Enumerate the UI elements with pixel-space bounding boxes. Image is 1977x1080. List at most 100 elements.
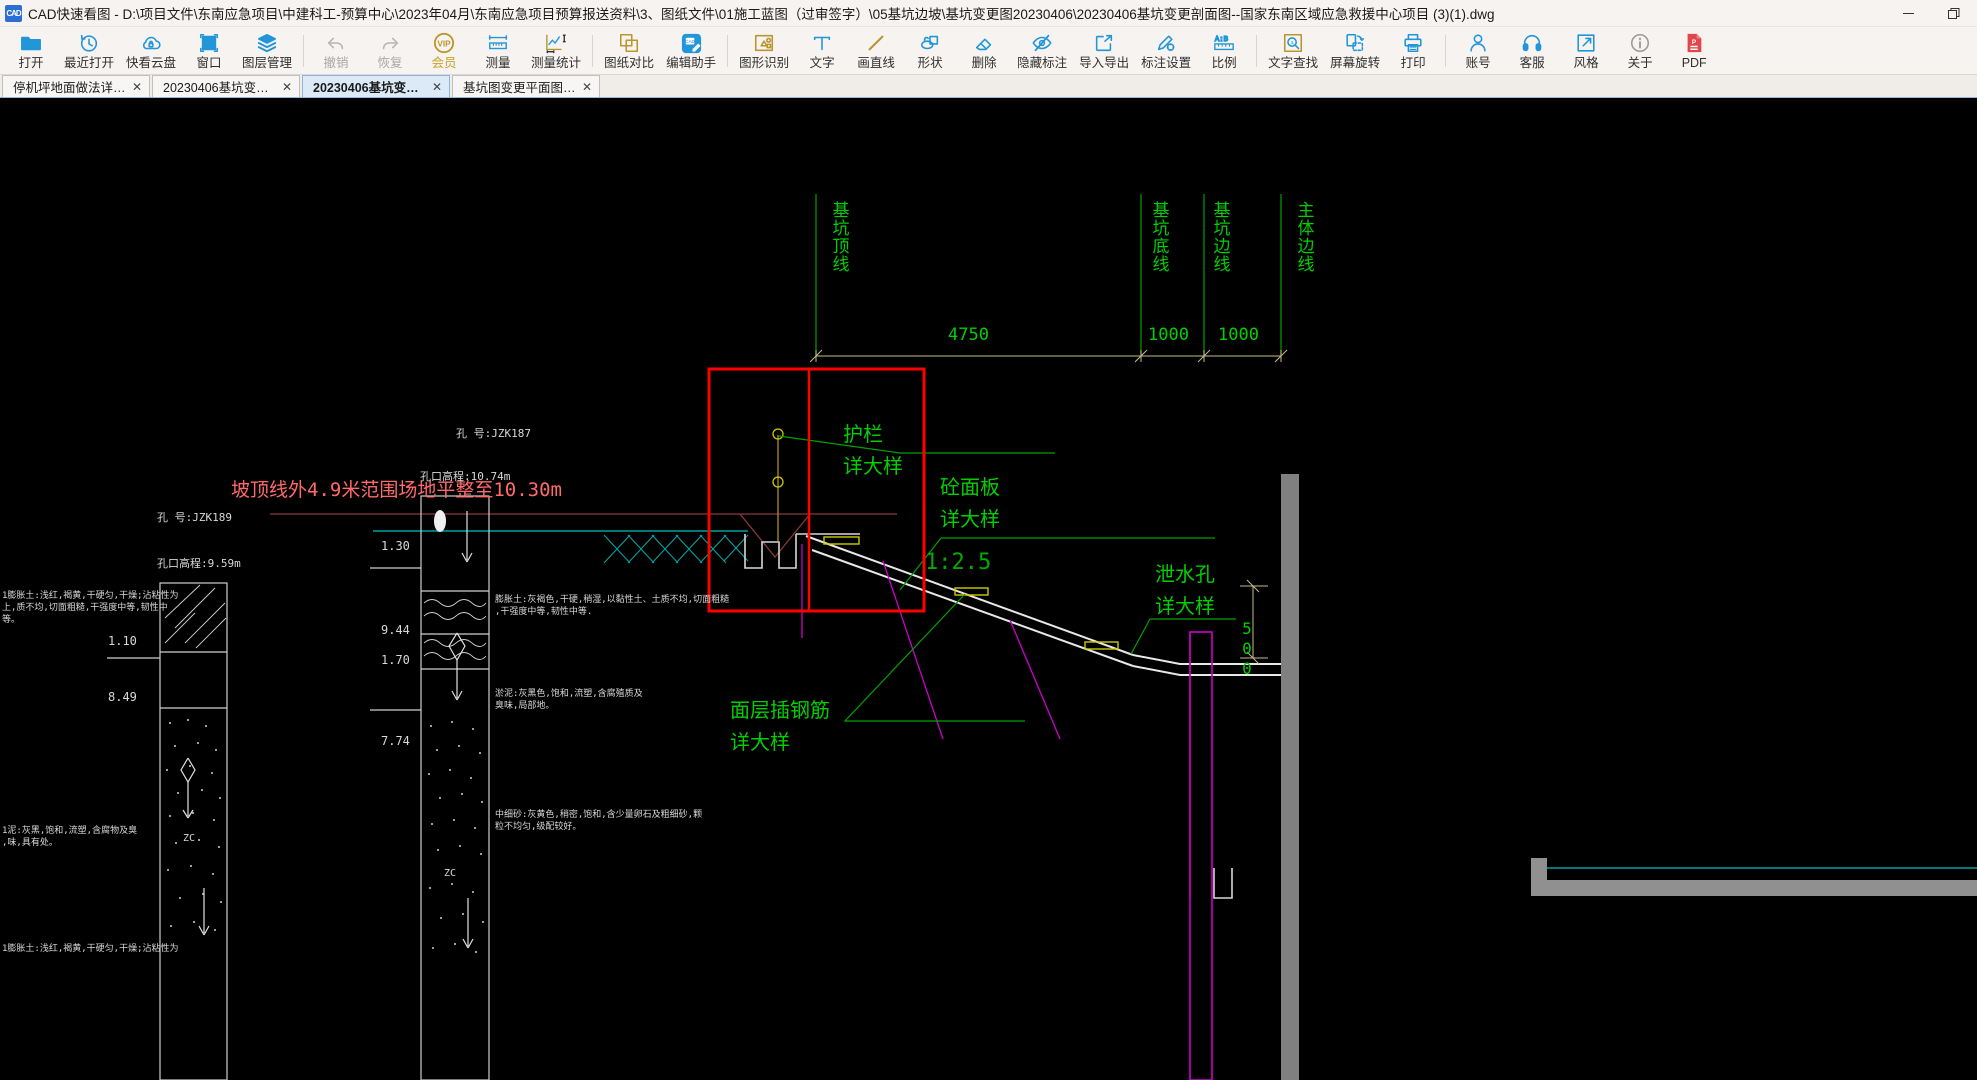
water-table-line (373, 530, 1977, 869)
toolbar-button-cloud[interactable]: 快看云盘 (120, 27, 182, 74)
toolbar-button-user-account[interactable]: 账号 (1451, 27, 1505, 74)
toolbar-button-label: 屏幕旋转 (1330, 55, 1381, 70)
compare-drawings-icon (618, 32, 640, 55)
toolbar-button-ruler[interactable]: 测量 (471, 27, 525, 74)
toolbar-button-label: 会员 (431, 55, 457, 70)
hide-annotation-icon (1031, 32, 1053, 55)
toolbar-button-label: 客服 (1519, 55, 1545, 70)
toolbar-separator (1256, 34, 1258, 67)
folder-open-icon (20, 32, 42, 55)
document-tab[interactable]: 停机坪地面做法详图-… ✕ (2, 75, 150, 97)
text-search-icon: A (1282, 32, 1304, 55)
restore-button[interactable] (1931, 0, 1977, 27)
recent-clock-icon (78, 32, 100, 55)
ground-hatch-left (603, 534, 749, 564)
measure-stats-icon (544, 32, 568, 55)
minimize-icon (1902, 13, 1914, 14)
original-ground-line (270, 513, 897, 559)
app-logo-icon: CAD (5, 4, 22, 22)
toolbar-button-printer[interactable]: 打印 (1386, 27, 1440, 74)
toolbar-button-measure-stats[interactable]: 测量统计 (525, 27, 587, 74)
dimension-500 (1240, 579, 1268, 665)
toolbar-button-label: 比例 (1211, 55, 1237, 70)
document-tab-label: 20230406基坑变更平… (163, 81, 276, 95)
document-tab[interactable]: 20230406基坑变更平… ✕ (152, 75, 300, 97)
restore-icon (1948, 7, 1960, 19)
document-tab-active[interactable]: 20230406基坑变更剖… ✕ (302, 75, 450, 97)
toolbar-button-label: 关于 (1627, 55, 1653, 70)
tab-close-icon[interactable]: ✕ (132, 81, 142, 93)
top-dimension-chain (809, 349, 1288, 363)
svg-text:A:B: A:B (1215, 36, 1229, 44)
toolbar-button-text-tool[interactable]: 文字 (795, 27, 849, 74)
toolbar-button-hide-annotation[interactable]: 隐藏标注 (1011, 27, 1073, 74)
toolbar-button-window[interactable]: 窗口 (182, 27, 236, 74)
tab-close-icon[interactable]: ✕ (432, 81, 442, 93)
window-controls (1885, 0, 1977, 27)
detail-markers (772, 428, 1119, 650)
tab-close-icon[interactable]: ✕ (582, 81, 592, 93)
toolbar-button-eraser[interactable]: 删除 (957, 27, 1011, 74)
toolbar-button-label: 窗口 (196, 55, 222, 70)
toolbar-button-scale-ratio[interactable]: A:B 比例 (1197, 27, 1251, 74)
user-account-icon (1467, 32, 1489, 55)
pdf-file-icon: P (1683, 32, 1705, 55)
toolbar-button-shape-recognize[interactable]: 图形识别 (733, 27, 795, 74)
title-bar: CAD CAD快速看图 - D:\项目文件\东南应急项目\中建科工-预算中心\2… (0, 0, 1977, 27)
ruler-icon (486, 32, 510, 55)
toolbar-button-label: 形状 (917, 55, 943, 70)
toolbar-button-vip-badge[interactable]: VIP 会员 (417, 27, 471, 74)
info-circle-icon (1629, 32, 1651, 55)
tab-close-icon[interactable]: ✕ (282, 81, 292, 93)
document-tab-bar: 停机坪地面做法详图-…✕20230406基坑变更平…✕20230406基坑变更剖… (0, 75, 1977, 98)
document-tab-label: 20230406基坑变更剖… (313, 81, 426, 95)
headset-icon (1521, 32, 1543, 55)
toolbar-button-screen-rotate[interactable]: 屏幕旋转 (1324, 27, 1386, 74)
main-structure (1189, 474, 1977, 1080)
toolbar-button-cad-edit-assistant[interactable]: CAD 编辑助手 (660, 27, 722, 74)
toolbar-button-label: 编辑助手 (666, 55, 717, 70)
toolbar-button-recent-clock[interactable]: 最近打开 (58, 27, 120, 74)
cad-edit-assistant-icon: CAD (680, 32, 703, 55)
toolbar-button-import-export[interactable]: 导入导出 (1073, 27, 1135, 74)
toolbar-button-info-circle[interactable]: 关于 (1613, 27, 1667, 74)
callout-leaders (778, 435, 1236, 722)
line-tool-icon (865, 32, 887, 55)
annotation-settings-icon (1155, 32, 1177, 55)
toolbar-button-text-search[interactable]: A 文字查找 (1262, 27, 1324, 74)
toolbar-button-label: 撤销 (323, 55, 349, 70)
toolbar-button-label: 风格 (1573, 55, 1599, 70)
slope-face (805, 535, 1300, 676)
cad-vector-layer (107, 194, 1977, 1080)
toolbar-button-label: 测量统计 (531, 55, 582, 70)
toolbar-button-annotation-settings[interactable]: 标注设置 (1135, 27, 1197, 74)
cad-drawing-canvas[interactable]: 基坑顶线 基坑底线 基坑边线 主体边线 4750 1000 1000 500 护栏 详大样 砼面板详… (0, 98, 1977, 1080)
toolbar-separator (592, 34, 594, 67)
borehole-jzk189 (107, 582, 228, 1080)
toolbar-button-label: 图层管理 (242, 55, 293, 70)
shape-tool-icon (919, 32, 941, 55)
toolbar-button-pdf-file[interactable]: P PDF (1667, 27, 1721, 74)
toolbar-button-label: PDF (1681, 55, 1707, 70)
redo-arrow-icon (379, 32, 401, 55)
document-tab[interactable]: 基坑图变更平面图（… ✕ (452, 75, 600, 97)
minimize-button[interactable] (1885, 0, 1931, 27)
main-toolbar: 打开 最近打开 快看云盘 窗口 图层管理 撤销 恢复 VIP 会员 测量 测量统计 图纸对比 CAD 编辑… (0, 27, 1977, 75)
toolbar-button-line-tool[interactable]: 画直线 (849, 27, 903, 74)
toolbar-button-compare-drawings[interactable]: 图纸对比 (598, 27, 660, 74)
eraser-icon (973, 32, 995, 55)
toolbar-button-label: 图形识别 (739, 55, 790, 70)
toolbar-button-headset[interactable]: 客服 (1505, 27, 1559, 74)
toolbar-button-layers[interactable]: 图层管理 (236, 27, 298, 74)
toolbar-button-style-theme[interactable]: 风格 (1559, 27, 1613, 74)
toolbar-button-folder-open[interactable]: 打开 (4, 27, 58, 74)
toolbar-button-label: 账号 (1465, 55, 1491, 70)
toolbar-button-label: 图纸对比 (604, 55, 655, 70)
screen-rotate-icon (1344, 32, 1366, 55)
cloud-icon (140, 32, 162, 55)
toolbar-button-label: 删除 (971, 55, 997, 70)
toolbar-button-label: 打开 (18, 55, 44, 70)
toolbar-separator (727, 34, 729, 67)
svg-text:P: P (1692, 39, 1697, 46)
toolbar-button-shape-tool[interactable]: 形状 (903, 27, 957, 74)
